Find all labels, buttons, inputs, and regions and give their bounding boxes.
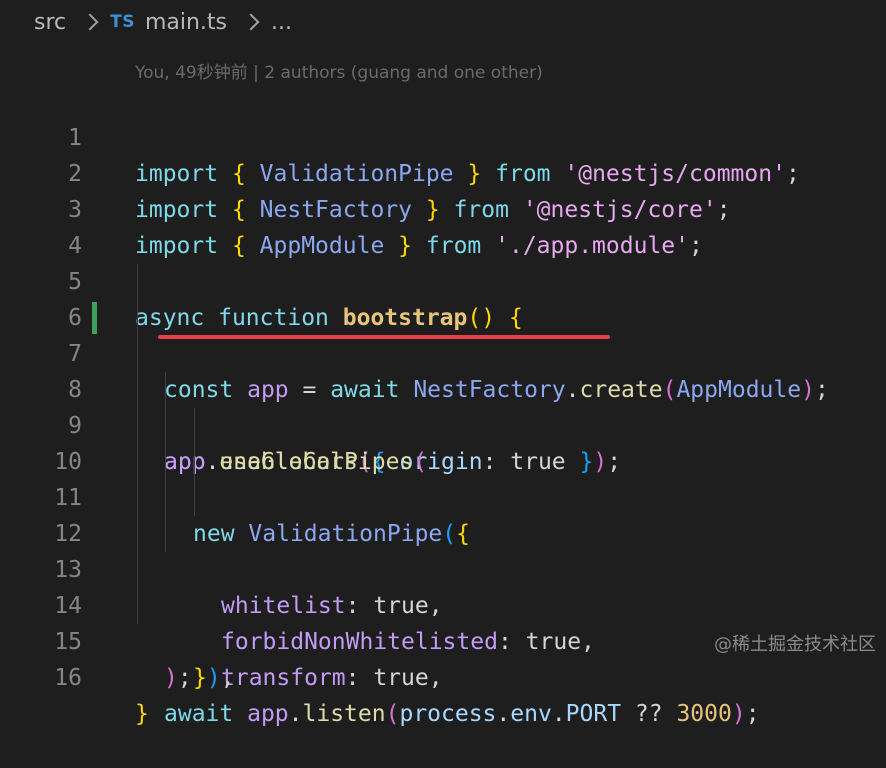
token: true	[373, 665, 429, 691]
token: listen	[302, 701, 386, 727]
indent-guide	[165, 408, 166, 444]
token: .	[496, 701, 511, 727]
code-line[interactable]: 8 app.useGlobalPipes(	[0, 336, 886, 475]
indent-guide	[137, 516, 138, 552]
code-line[interactable]: 4	[0, 192, 886, 259]
token: )	[731, 701, 746, 727]
git-added-indicator[interactable]	[92, 302, 97, 334]
git-blame-codelens[interactable]: You, 49秒钟前 | 2 authors (guang and one ot…	[135, 58, 543, 83]
token: ,	[220, 665, 235, 691]
breadcrumb-file[interactable]: main.ts	[145, 10, 227, 35]
breadcrumb-symbols[interactable]: ...	[271, 10, 292, 35]
code-line[interactable]: 15 await app.listen(process.env.PORT ?? …	[0, 588, 886, 727]
indent-guide	[137, 444, 138, 480]
token: )	[164, 665, 178, 691]
code-line[interactable]: 11 forbidNonWhitelisted: true,	[0, 444, 886, 655]
watermark: @稀土掘金技术社区	[714, 634, 876, 655]
indent-guide	[137, 372, 138, 408]
token: :	[345, 665, 374, 691]
indent-guide	[194, 444, 195, 480]
chevron-right-icon	[81, 13, 99, 31]
token: env	[510, 701, 552, 727]
token: ;	[177, 665, 192, 691]
indent-guide	[165, 372, 166, 408]
token: process	[399, 701, 497, 727]
indent-guide	[165, 444, 166, 480]
token: .	[551, 701, 566, 727]
indent-guide	[137, 588, 138, 624]
line-number: 16	[54, 665, 82, 691]
code-line[interactable]: 2 import { NestFactory } from '@nestjs/c…	[0, 120, 886, 223]
code-line[interactable]: 5 async function bootstrap() {	[0, 228, 886, 331]
code-line[interactable]: 1 import { ValidationPipe } from '@nestj…	[0, 84, 886, 187]
token: }	[135, 701, 149, 727]
breadcrumb: src TS main.ts ...	[0, 0, 886, 44]
indent-guide	[137, 264, 138, 300]
code-editor[interactable]: 1 import { ValidationPipe } from '@nestj…	[0, 84, 886, 727]
token: .	[288, 701, 303, 727]
chevron-right-icon	[242, 13, 260, 31]
indent-guide	[137, 408, 138, 444]
typescript-file-icon: TS	[110, 12, 135, 32]
code-line[interactable]: 13 }),	[0, 516, 886, 691]
indent-guide	[194, 408, 195, 444]
red-underline-annotation	[158, 335, 610, 339]
indent-guide	[137, 480, 138, 516]
code-line[interactable]: 14 );	[0, 552, 886, 691]
token: ,	[428, 665, 443, 691]
token: PORT	[565, 701, 622, 727]
indent-guide	[165, 516, 166, 552]
code-line[interactable]: 7 app.enableCors({ origin: true });	[0, 300, 886, 475]
indent-guide	[137, 300, 138, 336]
token: (	[385, 701, 400, 727]
code-line[interactable]: 9 new ValidationPipe({	[0, 372, 886, 547]
token: await	[164, 701, 234, 727]
code-line[interactable]: 12 transform: true,	[0, 480, 886, 691]
indent-guide	[194, 480, 195, 516]
indent-guide	[165, 480, 166, 516]
token: )	[206, 665, 221, 691]
code-line[interactable]: 3 import { AppModule } from './app.modul…	[0, 156, 886, 259]
token: ;	[745, 701, 760, 727]
token: }	[193, 665, 207, 691]
breadcrumb-folder[interactable]: src	[34, 10, 66, 35]
token: app	[247, 701, 289, 727]
indent-guide	[137, 336, 138, 372]
indent-guide	[137, 552, 138, 588]
code-line[interactable]: 10 whitelist: true,	[0, 408, 886, 619]
code-line[interactable]: 6 const app = await NestFactory.create(A…	[0, 264, 886, 403]
token: ??	[621, 701, 677, 727]
token: 3000	[676, 701, 732, 727]
token: transform	[221, 665, 346, 691]
